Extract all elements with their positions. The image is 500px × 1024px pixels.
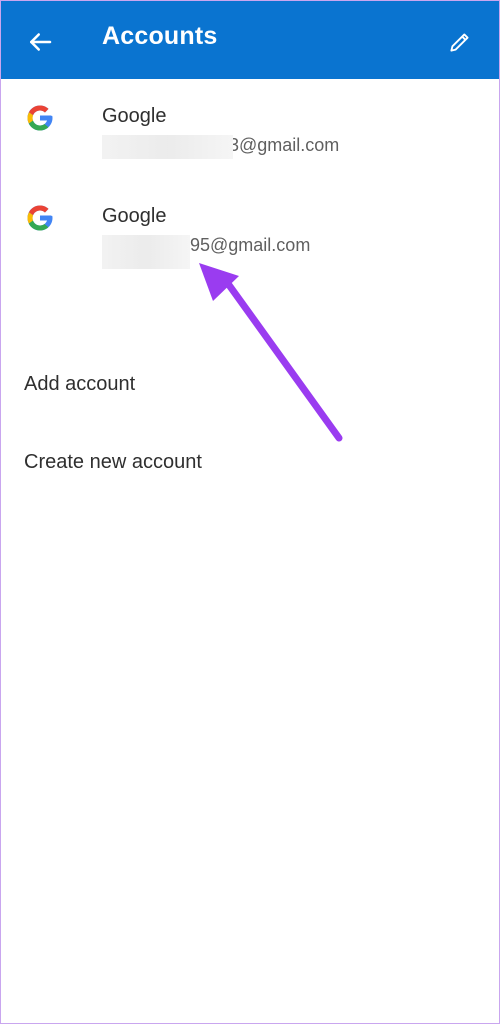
email-redaction — [102, 135, 233, 159]
pencil-icon — [450, 33, 469, 52]
account-item-1[interactable]: Google 3@gmail.com — [1, 91, 499, 187]
screen-frame: Accounts Google 3@gmail.com Google 95@gm… — [0, 0, 500, 1024]
edit-button[interactable] — [441, 23, 479, 61]
back-button[interactable] — [21, 23, 59, 61]
app-bar: Accounts — [1, 1, 499, 79]
add-account-link[interactable]: Add account — [24, 373, 135, 396]
email-redaction — [102, 235, 190, 269]
account-email: 3@gmail.com — [102, 135, 339, 159]
google-icon — [27, 105, 53, 131]
arrow-left-icon — [30, 33, 52, 51]
create-new-account-link[interactable]: Create new account — [24, 451, 202, 474]
google-icon — [27, 205, 53, 231]
account-provider-label: Google — [102, 205, 167, 227]
page-title: Accounts — [102, 22, 218, 50]
account-email: 95@gmail.com — [102, 235, 310, 269]
arrow-shaft — [225, 281, 343, 442]
account-provider-label: Google — [102, 105, 167, 127]
account-item-2[interactable]: Google 95@gmail.com — [1, 191, 499, 287]
